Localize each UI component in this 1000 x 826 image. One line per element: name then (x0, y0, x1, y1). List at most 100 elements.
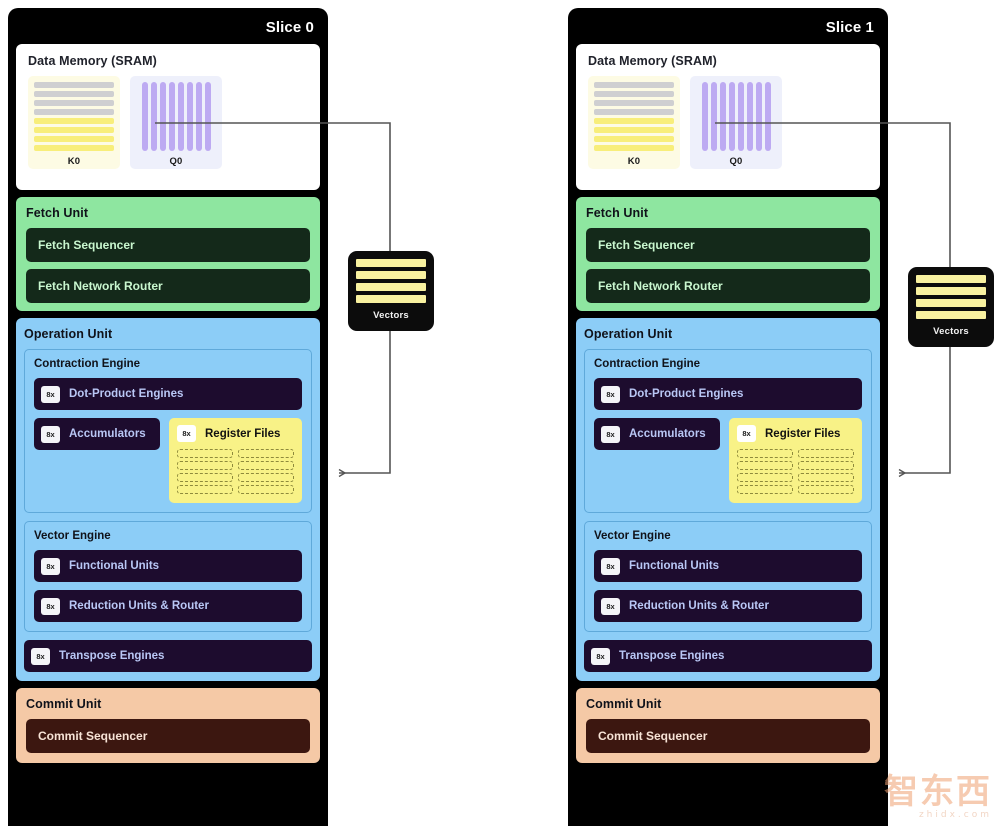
register-files-block[interactable]: 8x Register Files (729, 418, 862, 503)
data-memory-panel: Data Memory (SRAM) K0 Q0 (16, 44, 320, 190)
data-memory-title: Data Memory (SRAM) (588, 54, 717, 68)
multiplicity-badge: 8x (177, 425, 196, 442)
dot-product-engines-row[interactable]: 8x Dot-Product Engines (34, 378, 302, 410)
diagram-canvas: Slice 0 Data Memory (SRAM) K0 Q0 Fetch U… (0, 0, 1000, 826)
functional-units-label: Functional Units (629, 560, 720, 572)
commit-sequencer-label: Commit Sequencer (38, 729, 148, 743)
memory-block-q0: Q0 (690, 76, 782, 169)
k0-bar-yellow (34, 136, 114, 142)
vectors-bar (916, 311, 986, 319)
fetch-sequencer-row[interactable]: Fetch Sequencer (26, 228, 310, 262)
k0-bar-yellow (34, 145, 114, 151)
functional-units-row[interactable]: 8x Functional Units (594, 550, 862, 582)
fetch-unit-panel: Fetch Unit Fetch Sequencer Fetch Network… (576, 197, 880, 311)
k0-bar-yellow (594, 145, 674, 151)
dot-product-engines-row[interactable]: 8x Dot-Product Engines (594, 378, 862, 410)
contraction-engine-panel: Contraction Engine 8x Dot-Product Engine… (24, 349, 312, 513)
watermark-subtext: zhidx.com (918, 810, 992, 820)
reduction-units-router-label: Reduction Units & Router (69, 600, 209, 612)
q0-bar (186, 82, 193, 151)
operation-unit-title: Operation Unit (584, 327, 673, 341)
register-file-cell (737, 473, 793, 482)
slice-1: Slice 1 Data Memory (SRAM) K0 Q0 Fetch U… (568, 8, 888, 826)
vector-engine-panel: Vector Engine 8x Functional Units 8x Red… (584, 521, 872, 632)
accumulators-label: Accumulators (69, 428, 146, 440)
multiplicity-badge: 8x (601, 385, 620, 403)
k0-bar-grey (594, 91, 674, 97)
vectors-bar (356, 259, 426, 267)
vectors-label: Vectors (933, 326, 969, 337)
register-file-cell (737, 485, 793, 494)
commit-unit-title: Commit Unit (586, 697, 662, 711)
multiplicity-badge: 8x (601, 425, 620, 443)
register-file-cell (177, 461, 233, 470)
fetch-sequencer-row[interactable]: Fetch Sequencer (586, 228, 870, 262)
register-file-cell (238, 449, 294, 458)
register-file-cell (177, 449, 233, 458)
register-file-cell (798, 461, 854, 470)
vectors-badge-slice-1[interactable]: Vectors (908, 267, 994, 347)
vector-engine-panel: Vector Engine 8x Functional Units 8x Red… (24, 521, 312, 632)
vectors-bars (916, 275, 986, 319)
q0-bar (728, 82, 735, 151)
reduction-units-router-row[interactable]: 8x Reduction Units & Router (594, 590, 862, 622)
vectors-bars (356, 259, 426, 303)
register-file-cell (798, 449, 854, 458)
k0-bar-yellow (594, 136, 674, 142)
multiplicity-badge: 8x (41, 557, 60, 575)
register-file-cell (177, 485, 233, 494)
vectors-label: Vectors (373, 310, 409, 321)
memory-blocks: K0 Q0 (28, 76, 308, 169)
q0-bar (195, 82, 202, 151)
register-file-cell (798, 473, 854, 482)
fetch-network-router-row[interactable]: Fetch Network Router (586, 269, 870, 303)
commit-sequencer-row[interactable]: Commit Sequencer (586, 719, 870, 753)
fetch-network-router-label: Fetch Network Router (598, 279, 723, 293)
register-file-cell (737, 449, 793, 458)
k0-bar-grey (34, 91, 114, 97)
transpose-engines-row[interactable]: 8x Transpose Engines (584, 640, 872, 672)
k0-bar-yellow (34, 118, 114, 124)
k0-bar-grey (594, 109, 674, 115)
accumulators-label: Accumulators (629, 428, 706, 440)
register-files-label: Register Files (765, 427, 841, 440)
register-files-block[interactable]: 8x Register Files (169, 418, 302, 503)
commit-unit-title: Commit Unit (26, 697, 102, 711)
fetch-network-router-row[interactable]: Fetch Network Router (26, 269, 310, 303)
dot-product-engines-label: Dot-Product Engines (629, 388, 744, 400)
watermark: 智东西 zhidx.com (884, 775, 992, 820)
reduction-units-router-label: Reduction Units & Router (629, 600, 769, 612)
register-file-cell (798, 485, 854, 494)
slice-title: Slice 0 (265, 19, 314, 36)
accumulators-column: 8x Accumulators (34, 418, 160, 450)
accumulators-row[interactable]: 8x Accumulators (34, 418, 160, 450)
contraction-engine-grid: 8x Accumulators 8x Register Files (594, 418, 862, 503)
vectors-badge-slice-0[interactable]: Vectors (348, 251, 434, 331)
vectors-bar (916, 299, 986, 307)
q0-bar (755, 82, 762, 151)
k0-bar-grey (34, 109, 114, 115)
data-memory-panel: Data Memory (SRAM) K0 Q0 (576, 44, 880, 190)
operation-unit-title: Operation Unit (24, 327, 113, 341)
commit-unit-panel: Commit Unit Commit Sequencer (576, 688, 880, 763)
q0-bar (204, 82, 211, 151)
transpose-engines-label: Transpose Engines (619, 650, 725, 662)
contraction-engine-grid: 8x Accumulators 8x Register Files (34, 418, 302, 503)
transpose-engines-label: Transpose Engines (59, 650, 165, 662)
accumulators-row[interactable]: 8x Accumulators (594, 418, 720, 450)
register-files-grid (177, 449, 294, 494)
transpose-engines-row[interactable]: 8x Transpose Engines (24, 640, 312, 672)
watermark-glyphs: 智东西 (884, 772, 992, 812)
q0-bar (168, 82, 175, 151)
functional-units-row[interactable]: 8x Functional Units (34, 550, 302, 582)
commit-sequencer-row[interactable]: Commit Sequencer (26, 719, 310, 753)
accumulators-column: 8x Accumulators (594, 418, 720, 450)
q0-bar (746, 82, 753, 151)
functional-units-label: Functional Units (69, 560, 160, 572)
k0-bars (34, 82, 114, 151)
reduction-units-router-row[interactable]: 8x Reduction Units & Router (34, 590, 302, 622)
multiplicity-badge: 8x (601, 597, 620, 615)
memory-block-label: Q0 (169, 156, 183, 167)
multiplicity-badge: 8x (41, 385, 60, 403)
register-files-header: 8x Register Files (737, 425, 854, 442)
